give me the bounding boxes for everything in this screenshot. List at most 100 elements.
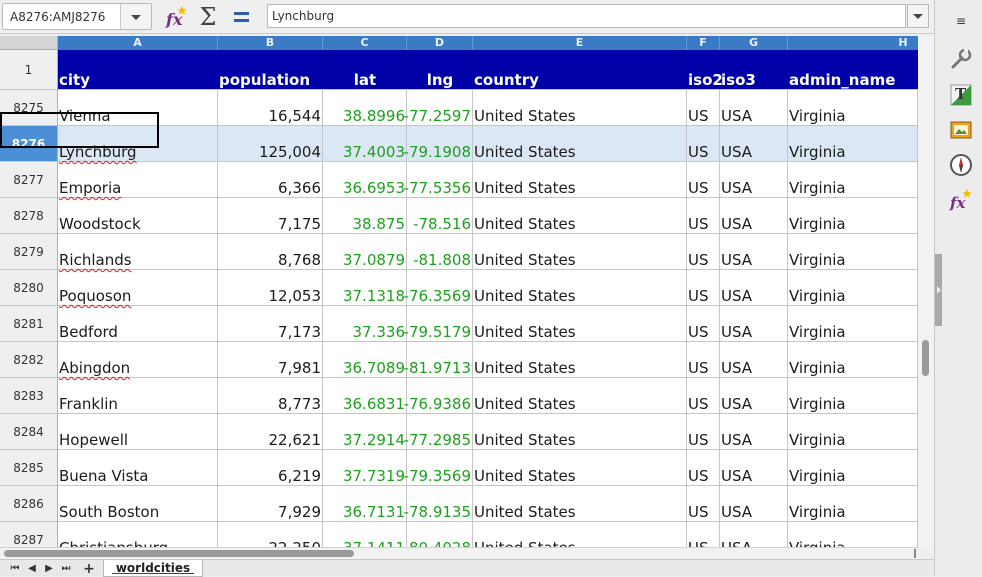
- cell-population[interactable]: 12,053: [218, 270, 323, 305]
- cell-admin-name[interactable]: Virginia: [788, 522, 918, 548]
- column-header-e[interactable]: E: [473, 36, 687, 50]
- name-box-text[interactable]: A8276:AMJ8276: [10, 10, 105, 24]
- cell-iso3[interactable]: USA: [720, 90, 788, 125]
- cell-lng[interactable]: -77.5356: [404, 162, 473, 197]
- sidebar-collapse-handle[interactable]: [935, 254, 942, 326]
- cell-iso3[interactable]: USA: [720, 378, 788, 413]
- cell-admin-name[interactable]: Virginia: [788, 126, 918, 161]
- cell-city[interactable]: Bedford: [58, 306, 218, 341]
- column-header-b[interactable]: B: [218, 36, 323, 50]
- cell-city[interactable]: Emporia: [58, 162, 218, 197]
- header-cell[interactable]: lat: [323, 50, 407, 89]
- cell-city[interactable]: Vienna: [58, 90, 218, 125]
- cell-lng[interactable]: -76.9386: [404, 378, 473, 413]
- column-header-g[interactable]: G: [720, 36, 788, 50]
- functions-icon[interactable]: fx: [948, 187, 974, 213]
- cell-lat[interactable]: 36.6831: [323, 378, 407, 413]
- row-header[interactable]: 1: [0, 50, 57, 90]
- cell-admin-name[interactable]: Virginia: [788, 270, 918, 305]
- formula-input[interactable]: Lynchburg: [267, 4, 906, 28]
- header-cell[interactable]: city: [58, 50, 218, 89]
- cell-admin-name[interactable]: Virginia: [788, 450, 918, 485]
- cell-population[interactable]: 7,173: [218, 306, 323, 341]
- last-sheet-button[interactable]: ⏭: [59, 562, 73, 576]
- horizontal-scrollbar[interactable]: [0, 547, 918, 559]
- cell-iso3[interactable]: USA: [720, 306, 788, 341]
- formula-text[interactable]: Lynchburg: [272, 9, 334, 23]
- cell-lng[interactable]: -77.2985: [404, 414, 473, 449]
- previous-sheet-button[interactable]: ◀: [25, 562, 39, 576]
- cell-admin-name[interactable]: Virginia: [788, 162, 918, 197]
- cell-city[interactable]: South Boston: [58, 486, 218, 521]
- cell-lng[interactable]: -76.3569: [404, 270, 473, 305]
- row-header[interactable]: 8284: [0, 414, 57, 450]
- vertical-scrollbar[interactable]: [918, 36, 934, 548]
- cell-country[interactable]: United States: [473, 198, 687, 233]
- cell-iso3[interactable]: USA: [720, 414, 788, 449]
- cell-population[interactable]: 125,004: [218, 126, 323, 161]
- cell-iso2[interactable]: US: [687, 270, 720, 305]
- cell-admin-name[interactable]: Virginia: [788, 378, 918, 413]
- spreadsheet-grid[interactable]: A B C D E F G H 1 8275 8276 8277 8278 8279 828…: [0, 36, 934, 548]
- cell-lng[interactable]: -79.1908: [404, 126, 473, 161]
- cell-admin-name[interactable]: Virginia: [788, 414, 918, 449]
- formula-icon[interactable]: [228, 4, 254, 30]
- cell-population[interactable]: 7,175: [218, 198, 323, 233]
- sum-icon[interactable]: Σ: [195, 4, 221, 30]
- properties-icon[interactable]: [948, 46, 974, 72]
- cell-city[interactable]: Buena Vista: [58, 450, 218, 485]
- cell-iso2[interactable]: US: [687, 90, 720, 125]
- row-header[interactable]: 8276: [0, 126, 57, 162]
- row-header[interactable]: 8278: [0, 198, 57, 234]
- cell-lng[interactable]: -77.2597: [404, 90, 473, 125]
- row-header[interactable]: 8277: [0, 162, 57, 198]
- cell-admin-name[interactable]: Virginia: [788, 198, 918, 233]
- name-box-dropdown-button[interactable]: [120, 4, 151, 29]
- cell-country[interactable]: United States: [473, 414, 687, 449]
- cell-lat[interactable]: 36.7131: [323, 486, 407, 521]
- vertical-scroll-thumb[interactable]: [922, 340, 929, 376]
- cell-iso2[interactable]: US: [687, 522, 720, 548]
- cell-lng[interactable]: -78.9135: [404, 486, 473, 521]
- cell-lng[interactable]: -79.5179: [404, 306, 473, 341]
- header-cell[interactable]: iso2: [687, 50, 723, 89]
- cell-country[interactable]: United States: [473, 450, 687, 485]
- cell-population[interactable]: 22,250: [218, 522, 323, 548]
- row-header[interactable]: 8280: [0, 270, 57, 306]
- cell-lng[interactable]: -80.4028: [404, 522, 473, 548]
- column-header-f[interactable]: F: [687, 36, 720, 50]
- header-cell[interactable]: admin_name: [788, 50, 918, 89]
- cell-city[interactable]: Christiansburg: [58, 522, 218, 548]
- cell-country[interactable]: United States: [473, 342, 687, 377]
- cell-city[interactable]: Franklin: [58, 378, 218, 413]
- cell-population[interactable]: 7,929: [218, 486, 323, 521]
- cell-lng[interactable]: -81.9713: [404, 342, 473, 377]
- row-header[interactable]: 8275: [0, 90, 57, 126]
- row-header[interactable]: 8285: [0, 450, 57, 486]
- cell-iso2[interactable]: US: [687, 414, 720, 449]
- cell-country[interactable]: United States: [473, 126, 687, 161]
- cell-population[interactable]: 16,544: [218, 90, 323, 125]
- cell-lat[interactable]: 37.0879: [323, 234, 407, 269]
- cell-lat[interactable]: 37.4003: [323, 126, 407, 161]
- cell-country[interactable]: United States: [473, 522, 687, 548]
- cell-admin-name[interactable]: Virginia: [788, 234, 918, 269]
- column-header-c[interactable]: C: [323, 36, 407, 50]
- cell-iso3[interactable]: USA: [720, 234, 788, 269]
- cell-iso3[interactable]: USA: [720, 162, 788, 197]
- row-header[interactable]: 8287: [0, 522, 57, 548]
- gallery-icon[interactable]: [948, 117, 974, 143]
- cell-iso2[interactable]: US: [687, 450, 720, 485]
- sheet-tab-worldcities[interactable]: worldcities: [103, 560, 203, 577]
- cell-country[interactable]: United States: [473, 486, 687, 521]
- cell-lat[interactable]: 37.2914: [323, 414, 407, 449]
- cell-lat[interactable]: 37.7319: [323, 450, 407, 485]
- row-header[interactable]: 8286: [0, 486, 57, 522]
- cell-iso2[interactable]: US: [687, 342, 720, 377]
- cell-lng[interactable]: -81.808: [407, 234, 473, 269]
- cell-admin-name[interactable]: Virginia: [788, 486, 918, 521]
- add-sheet-button[interactable]: +: [82, 562, 96, 576]
- cell-country[interactable]: United States: [473, 162, 687, 197]
- cell-city[interactable]: Woodstock: [58, 198, 218, 233]
- cell-iso3[interactable]: USA: [720, 450, 788, 485]
